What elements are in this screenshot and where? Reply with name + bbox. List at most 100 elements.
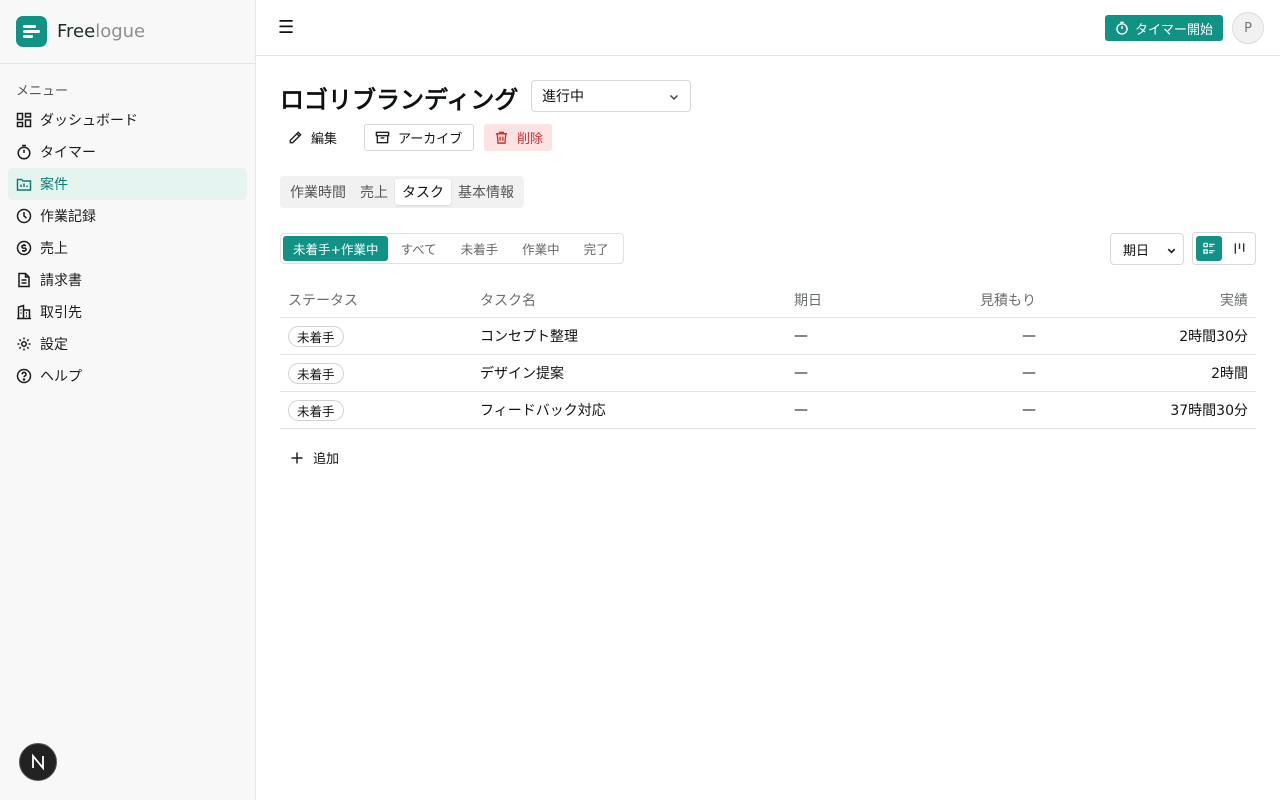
sidebar-item-help[interactable]: ヘルプ (8, 360, 247, 392)
estimate: — (1022, 328, 1036, 344)
tab-basic-info[interactable]: 基本情報 (451, 179, 521, 205)
archive-icon (375, 131, 390, 144)
sidebar-item-label: 設定 (40, 337, 68, 353)
due-date: — (794, 328, 808, 344)
status-badge[interactable]: 未着手 (288, 362, 344, 384)
tab-work-time[interactable]: 作業時間 (283, 179, 353, 205)
due-date: — (794, 365, 808, 381)
gear-icon (17, 337, 31, 351)
header-actual[interactable]: 実績 (1220, 282, 1248, 317)
task-name[interactable]: デザイン提案 (480, 355, 564, 391)
chevron-down-icon (1167, 248, 1176, 254)
delete-button[interactable]: 削除 (484, 124, 553, 151)
table-header: ステータス タスク名 期日 見積もり 実績 (280, 282, 1256, 318)
menu-toggle-button[interactable]: ☰ (278, 18, 294, 38)
avatar[interactable]: P (1232, 12, 1264, 44)
status-cell: 未着手 (288, 318, 344, 354)
menu-label: メニュー (16, 84, 69, 99)
sidebar-item-settings[interactable]: 設定 (8, 328, 247, 360)
n-logo-icon (32, 753, 44, 771)
brand[interactable]: Freelogue (0, 0, 255, 64)
sidebar-item-work-log[interactable]: 作業記録 (8, 200, 247, 232)
actual-time: 2時間 (1211, 366, 1248, 382)
estimate: — (1022, 402, 1036, 418)
sidebar-item-timer[interactable]: タイマー (8, 136, 247, 168)
table-row[interactable]: 未着手 コンセプト整理 — — 2時間30分 (280, 318, 1256, 355)
chevron-down-icon (669, 94, 679, 101)
sidebar-item-label: 案件 (40, 177, 68, 193)
sidebar-nav: ダッシュボード タイマー 案件 作業記録 売上 請求書 取引先 設定 ヘルプ (8, 104, 247, 392)
dashboard-icon (16, 112, 32, 128)
clock-icon (16, 208, 32, 224)
n-badge[interactable] (19, 743, 57, 781)
building-icon (17, 304, 31, 320)
view-toggle (1192, 232, 1256, 265)
actual-time: 2時間30分 (1179, 329, 1248, 345)
header-estimate[interactable]: 見積もり (980, 282, 1036, 317)
app-name-primary: Free (57, 21, 96, 42)
archive-button[interactable]: アーカイブ (364, 124, 475, 151)
status-cell: 未着手 (288, 392, 344, 428)
sidebar: Freelogue メニュー ダッシュボード タイマー 案件 作業記録 売上 請… (0, 0, 256, 800)
task-name[interactable]: フィードバック対応 (480, 392, 606, 428)
list-view-icon (1202, 242, 1215, 254)
status-badge[interactable]: 未着手 (288, 325, 344, 347)
page-title: ロゴリブランディング (280, 86, 519, 114)
sidebar-item-sales[interactable]: 売上 (8, 232, 247, 264)
stopwatch-icon (1116, 21, 1128, 35)
sidebar-item-label: 作業記録 (40, 209, 96, 225)
trash-icon (495, 131, 508, 144)
board-view-icon (1234, 243, 1244, 254)
project-status-select[interactable]: 進行中 (531, 80, 691, 112)
estimate: — (1022, 365, 1036, 381)
actual-time: 37時間30分 (1170, 403, 1248, 419)
project-status-value: 進行中 (542, 89, 584, 105)
project-tabs: 作業時間 売上 タスク 基本情報 (280, 176, 524, 208)
header-status[interactable]: ステータス (288, 282, 358, 317)
tab-tasks[interactable]: タスク (395, 179, 451, 205)
status-cell: 未着手 (288, 355, 344, 391)
folder-icon (16, 178, 32, 191)
archive-label: アーカイブ (398, 132, 463, 147)
tab-sales[interactable]: 売上 (353, 179, 395, 205)
sidebar-item-clients[interactable]: 取引先 (8, 296, 247, 328)
plus-icon (291, 452, 303, 463)
sort-select[interactable]: 期日 (1110, 233, 1184, 265)
table-row[interactable]: 未着手 デザイン提案 — — 2時間 (280, 355, 1256, 392)
app-name-secondary: logue (95, 21, 146, 42)
filter-all[interactable]: すべて (388, 236, 448, 261)
add-task-button[interactable]: 追加 (290, 448, 339, 467)
sidebar-item-label: ダッシュボード (40, 113, 138, 129)
document-icon (18, 272, 30, 288)
app-name: Freelogue (57, 21, 145, 42)
filter-not-started[interactable]: 未着手 (449, 236, 511, 261)
status-badge[interactable]: 未着手 (288, 399, 344, 421)
table-row[interactable]: 未着手 フィードバック対応 — — 37時間30分 (280, 392, 1256, 429)
sidebar-item-dashboard[interactable]: ダッシュボード (8, 104, 247, 136)
list-view-button[interactable] (1196, 236, 1222, 261)
filter-in-progress[interactable]: 作業中 (510, 236, 572, 261)
sidebar-item-label: タイマー (40, 145, 96, 161)
topbar: ☰ タイマー開始 P (256, 0, 1280, 56)
task-name[interactable]: コンセプト整理 (480, 318, 578, 354)
header-task-name[interactable]: タスク名 (480, 282, 536, 317)
app-logo-icon (16, 16, 47, 47)
pencil-icon (289, 131, 302, 144)
header-due-date[interactable]: 期日 (794, 282, 822, 317)
task-status-filter: 未着手+作業中 すべて 未着手 作業中 完了 (280, 233, 624, 264)
sidebar-item-label: ヘルプ (40, 369, 82, 385)
stopwatch-icon (17, 144, 31, 160)
dollar-icon (16, 240, 32, 256)
sidebar-item-invoices[interactable]: 請求書 (8, 264, 247, 296)
start-timer-button[interactable]: タイマー開始 (1105, 15, 1223, 41)
board-view-button[interactable] (1226, 236, 1252, 261)
sidebar-item-projects[interactable]: 案件 (8, 168, 247, 200)
sidebar-item-label: 売上 (40, 241, 68, 257)
edit-label: 編集 (311, 132, 338, 147)
sidebar-item-label: 請求書 (40, 273, 82, 289)
due-date: — (794, 402, 808, 418)
filter-open-in-progress[interactable]: 未着手+作業中 (283, 236, 389, 261)
start-timer-label: タイマー開始 (1134, 22, 1213, 38)
filter-done[interactable]: 完了 (572, 236, 621, 261)
edit-button[interactable]: 編集 (288, 124, 337, 151)
